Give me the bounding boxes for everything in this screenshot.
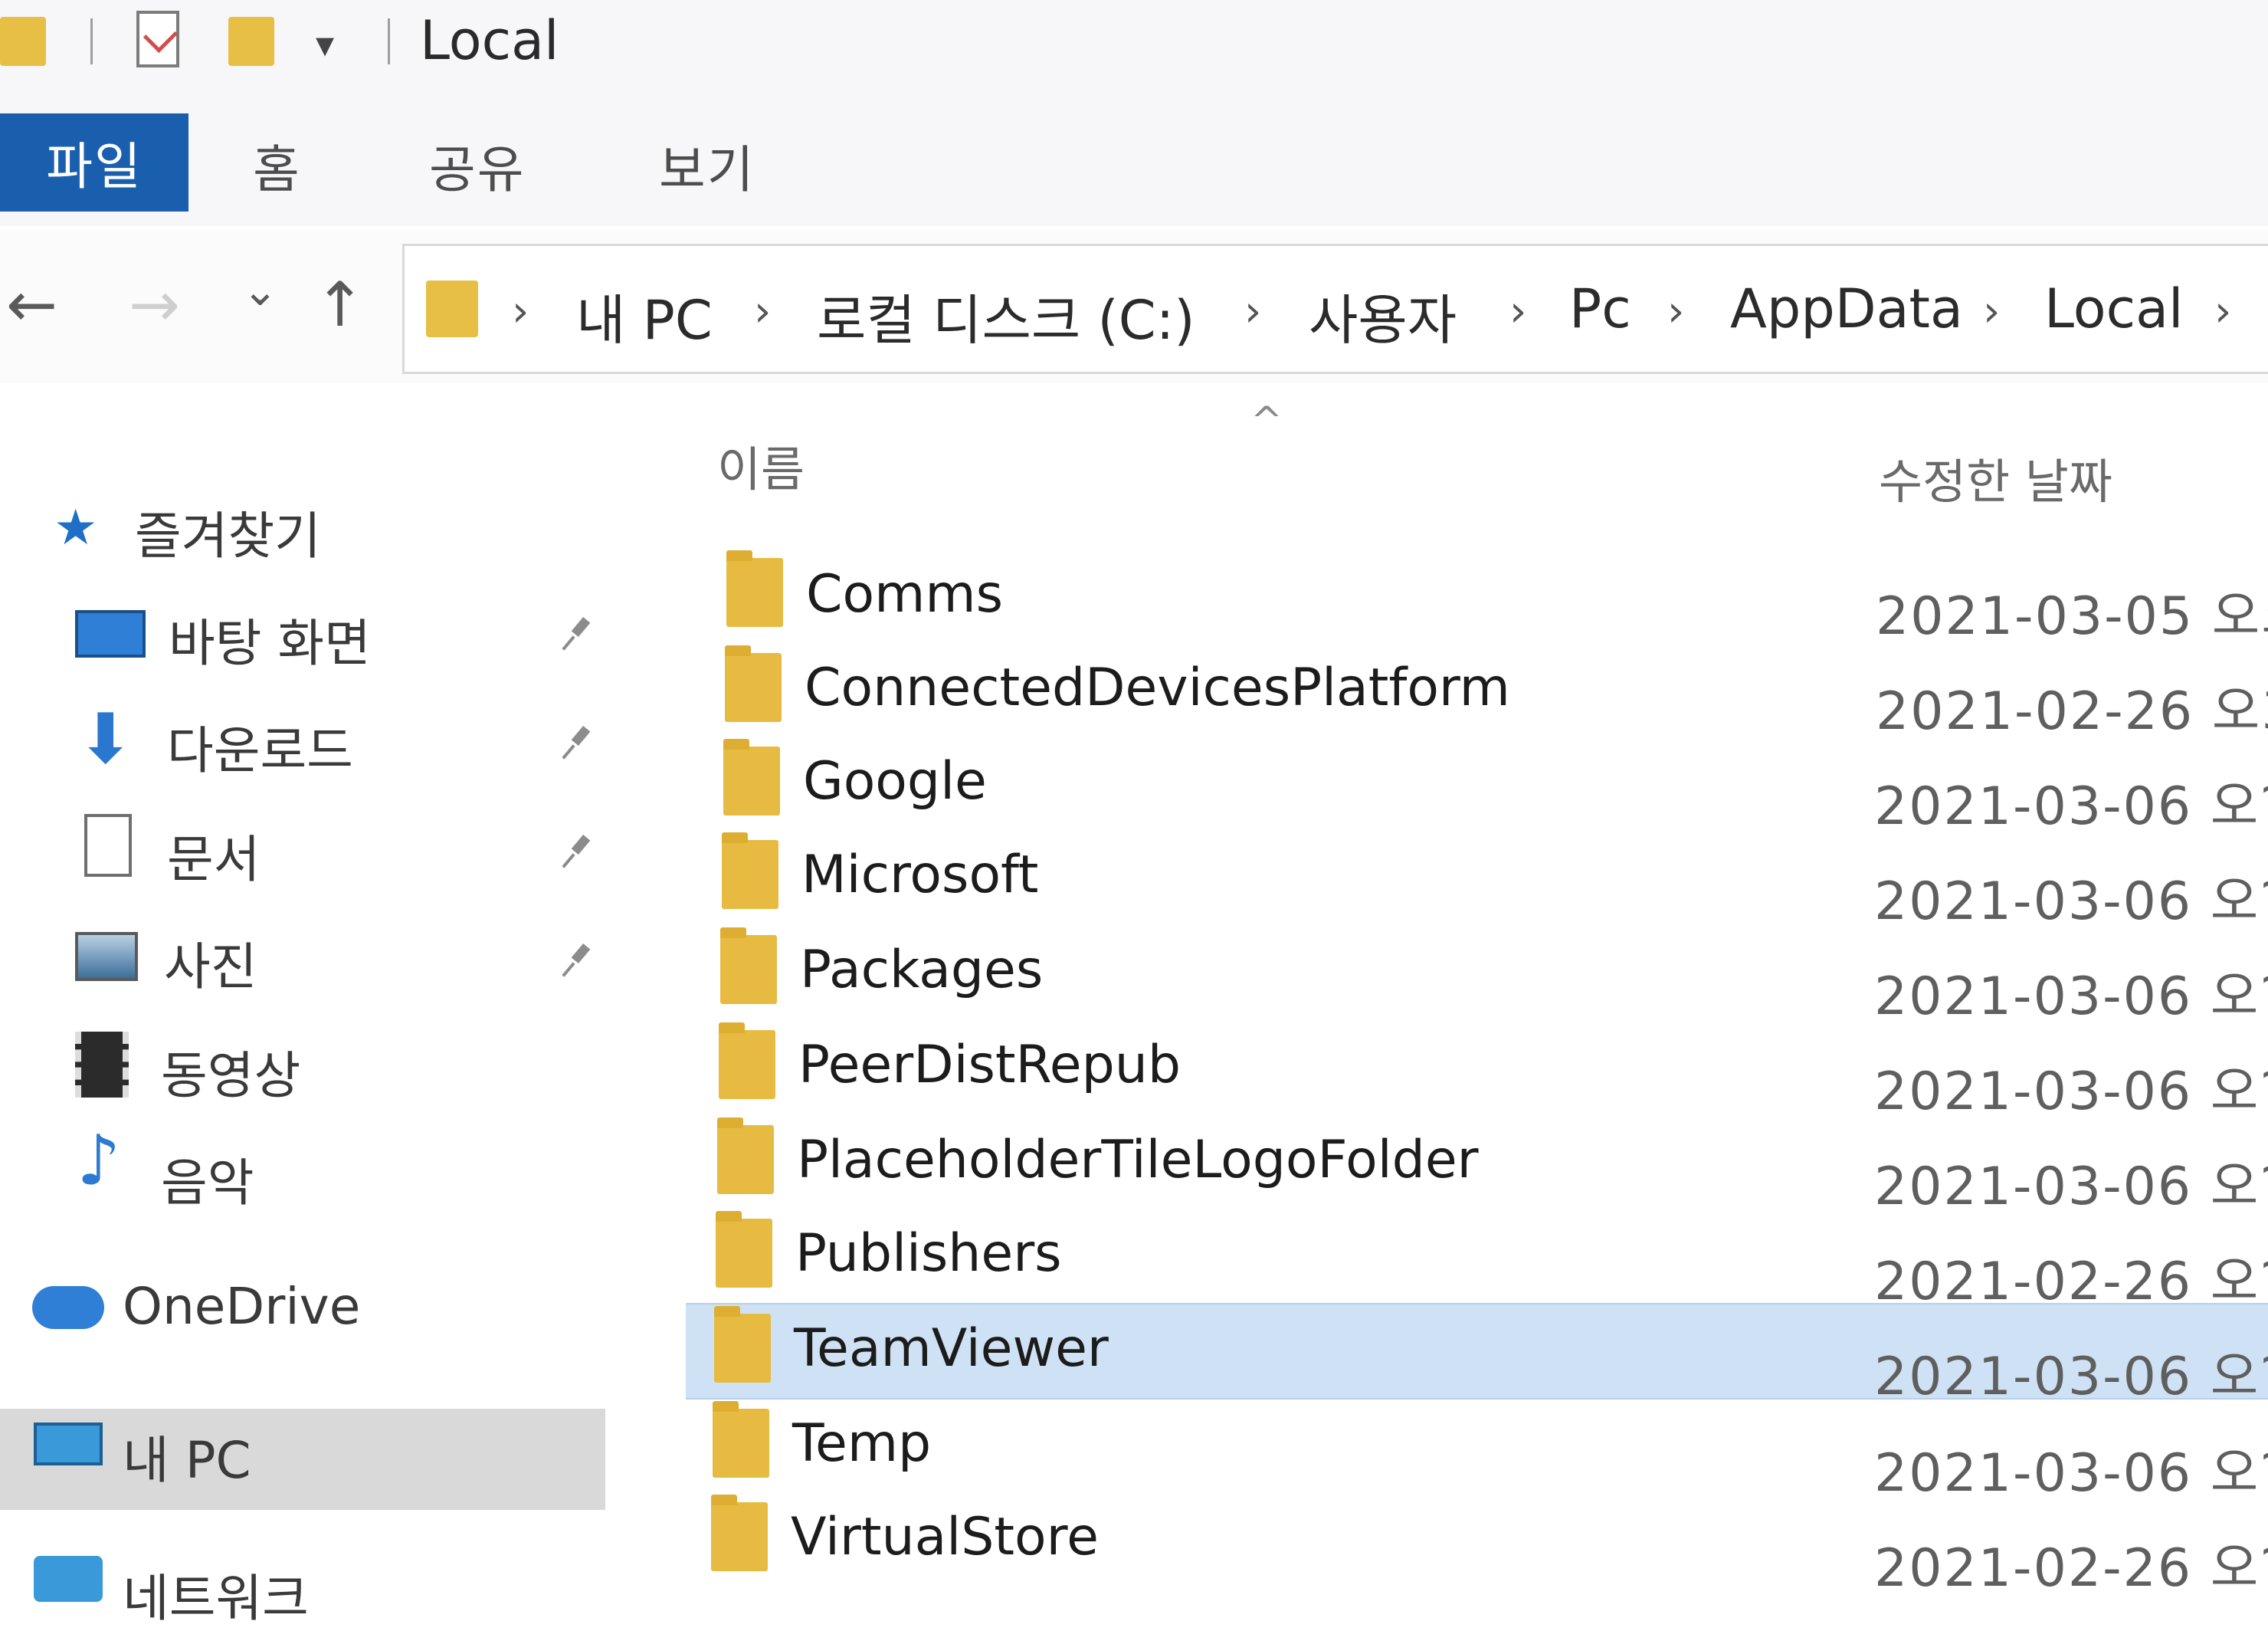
nav-desktop[interactable]: 바탕 화면 xyxy=(169,602,371,676)
folder-icon xyxy=(725,645,782,722)
pictures-icon xyxy=(75,932,138,981)
folder-icon xyxy=(0,17,46,66)
file-name[interactable]: Microsoft xyxy=(801,845,1038,905)
file-name[interactable]: ConnectedDevicesPlatform xyxy=(805,658,1510,718)
document-icon xyxy=(84,814,132,877)
ribbon xyxy=(0,96,2268,226)
file-name[interactable]: Temp xyxy=(792,1413,931,1474)
breadcrumb-local[interactable]: Local xyxy=(2044,277,2183,340)
nav-quick-access[interactable]: 즐겨찾기 xyxy=(135,495,321,569)
breadcrumb-my-pc[interactable]: 내 PC xyxy=(576,277,713,355)
computer-icon xyxy=(34,1423,103,1465)
video-icon xyxy=(75,1032,129,1098)
file-date: 2021-03-06 오? xyxy=(1874,1347,2268,1407)
breadcrumb-separator[interactable]: › xyxy=(2214,287,2231,336)
nav-network[interactable]: 네트워크 xyxy=(123,1557,309,1631)
new-folder-icon[interactable] xyxy=(228,17,274,66)
file-name[interactable]: Publishers xyxy=(795,1223,1062,1284)
breadcrumb-separator[interactable]: › xyxy=(1983,287,2000,336)
column-header-date-modified[interactable]: 수정한 날짜 xyxy=(1879,443,2112,512)
folder-icon xyxy=(720,927,777,1004)
breadcrumb-pc[interactable]: Pc xyxy=(1569,277,1631,340)
breadcrumb-users[interactable]: 사용자 xyxy=(1309,277,1457,355)
star-icon: ★ xyxy=(54,500,98,556)
tab-share[interactable]: 공유 xyxy=(429,129,525,202)
file-date: 2021-03-06 오? xyxy=(1874,871,2268,932)
desktop-icon xyxy=(75,610,146,658)
back-button[interactable]: ← xyxy=(6,274,57,336)
pin-icon[interactable] xyxy=(565,835,593,866)
onedrive-icon xyxy=(32,1286,104,1329)
file-name[interactable]: VirtualStore xyxy=(791,1507,1099,1567)
column-header-name[interactable]: 이름 xyxy=(717,431,805,500)
pin-icon[interactable] xyxy=(565,727,593,757)
file-date: 2021-03-06 오? xyxy=(1874,966,2268,1027)
tab-home[interactable]: 홈 xyxy=(253,129,301,202)
breadcrumb-appdata[interactable]: AppData xyxy=(1730,277,1963,340)
folder-icon xyxy=(719,1022,775,1099)
tab-view[interactable]: 보기 xyxy=(659,129,755,202)
nav-documents[interactable]: 문서 xyxy=(167,819,260,892)
breadcrumb-separator[interactable]: › xyxy=(512,287,529,336)
folder-icon xyxy=(716,1211,772,1288)
folder-icon xyxy=(726,550,783,627)
file-name-selected[interactable]: TeamViewer xyxy=(794,1318,1109,1379)
pin-icon[interactable] xyxy=(565,944,593,975)
network-icon xyxy=(34,1556,103,1602)
file-date: 2021-03-06 오? xyxy=(1874,1062,2268,1122)
file-date: 2021-02-26 오? xyxy=(1874,1252,2268,1312)
file-name[interactable]: Google xyxy=(803,751,987,812)
folder-icon xyxy=(711,1495,768,1571)
window-title: Local xyxy=(420,9,559,72)
breadcrumb-separator[interactable]: › xyxy=(754,287,771,336)
file-date: 2021-03-05 오크 xyxy=(1876,586,2268,647)
customize-quick-access-icon[interactable]: ▾ xyxy=(316,23,334,66)
folder-icon xyxy=(723,739,780,816)
pin-icon[interactable] xyxy=(565,618,593,648)
folder-icon xyxy=(722,832,778,909)
nav-downloads[interactable]: 다운로드 xyxy=(167,710,353,783)
forward-button[interactable]: → xyxy=(129,274,180,336)
breadcrumb-separator[interactable]: › xyxy=(1509,287,1526,336)
file-date: 2021-02-26 오3 xyxy=(1876,681,2268,742)
tab-file[interactable]: 파일 xyxy=(0,113,188,212)
file-name[interactable]: Packages xyxy=(800,940,1043,1000)
recent-locations-button[interactable]: ⌄ xyxy=(242,270,278,313)
nav-videos[interactable]: 동영상 xyxy=(161,1035,300,1108)
folder-icon xyxy=(713,1401,769,1478)
file-date: 2021-03-06 오? xyxy=(1874,776,2268,837)
music-icon: ♪ xyxy=(77,1121,121,1201)
tab-file-label: 파일 xyxy=(46,137,143,196)
separator xyxy=(90,18,93,64)
nav-this-pc[interactable]: 내 PC xyxy=(123,1419,251,1493)
separator xyxy=(388,18,390,64)
nav-pictures[interactable]: 사진 xyxy=(164,926,257,999)
file-date: 2021-03-06 오? xyxy=(1874,1443,2268,1504)
nav-music[interactable]: 음악 xyxy=(161,1142,254,1216)
file-name[interactable]: PeerDistRepub xyxy=(798,1035,1181,1095)
title-bar: ▾ Local xyxy=(0,0,2268,96)
nav-onedrive[interactable]: OneDrive xyxy=(123,1277,360,1336)
file-date: 2021-03-06 오? xyxy=(1874,1157,2268,1217)
folder-icon xyxy=(714,1306,771,1383)
folder-icon xyxy=(717,1117,774,1194)
file-name[interactable]: PlaceholderTileLogoFolder xyxy=(797,1130,1479,1190)
download-icon: ⬇ xyxy=(77,699,135,779)
file-date: 2021-02-26 오? xyxy=(1874,1538,2268,1599)
properties-icon[interactable] xyxy=(136,11,179,67)
file-name[interactable]: Comms xyxy=(806,564,1003,625)
breadcrumb-separator[interactable]: › xyxy=(1667,287,1684,336)
folder-icon xyxy=(426,281,478,337)
sort-ascending-icon: ^ xyxy=(1250,399,1283,443)
breadcrumb-local-disk[interactable]: 로컬 디스크 (C:) xyxy=(817,277,1195,355)
breadcrumb-separator[interactable]: › xyxy=(1244,287,1261,336)
up-button[interactable]: ↑ xyxy=(314,274,365,336)
